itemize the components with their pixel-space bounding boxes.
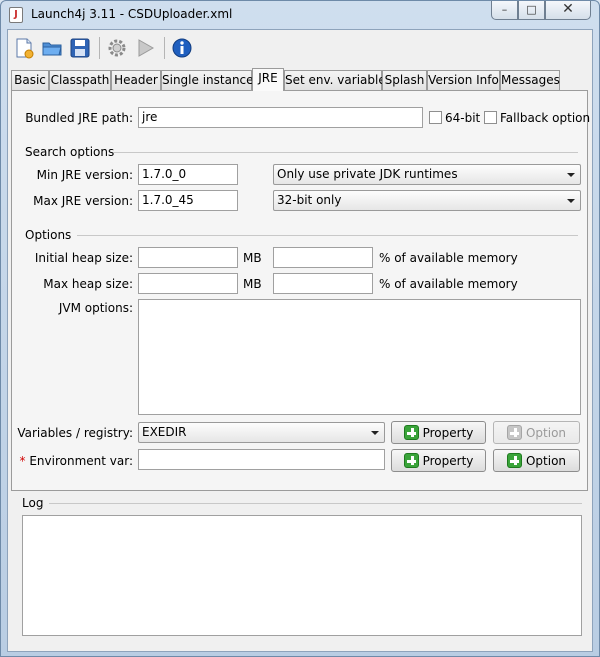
- tab-splash[interactable]: Splash: [382, 70, 427, 90]
- log-textarea[interactable]: [22, 515, 582, 636]
- fallback-option-label: Fallback option: [500, 111, 591, 125]
- initial-heap-input[interactable]: [138, 247, 238, 268]
- plus-icon: [403, 453, 419, 468]
- options-heading: Options: [25, 228, 72, 242]
- env-add-option-button[interactable]: Option: [493, 449, 580, 472]
- max-heap-percent-input[interactable]: [273, 273, 373, 294]
- chevron-down-icon: [371, 431, 379, 435]
- variables-registry-label: Variables / registry:: [17, 426, 133, 440]
- jre-tab-panel: Bundled JRE path: jre 64-bit Fallback op…: [11, 90, 591, 491]
- options-divider: [77, 235, 578, 236]
- client-area: Basic Classpath Header Single instance J…: [7, 29, 593, 652]
- tab-messages[interactable]: Messages: [500, 70, 560, 90]
- max-jre-label: Max JRE version:: [33, 194, 133, 208]
- runtime-bits-select[interactable]: 32-bit only: [273, 190, 581, 211]
- tab-single-instance[interactable]: Single instance: [161, 70, 254, 90]
- variables-registry-value: EXEDIR: [142, 425, 187, 439]
- tab-set-env-variables[interactable]: Set env. variables: [284, 70, 392, 90]
- jvm-options-label: JVM options:: [58, 301, 133, 315]
- minimize-button[interactable]: –: [491, 1, 518, 20]
- open-folder-icon[interactable]: [40, 36, 64, 60]
- initial-heap-percent-label: % of available memory: [379, 251, 518, 265]
- tab-jre[interactable]: JRE: [252, 68, 284, 91]
- tab-header[interactable]: Header: [111, 70, 161, 90]
- log-panel: Log: [16, 494, 586, 646]
- tab-classpath[interactable]: Classpath: [49, 70, 111, 90]
- jdk-preference-value: Only use private JDK runtimes: [277, 167, 458, 181]
- java-app-icon: J: [9, 7, 23, 23]
- initial-heap-percent-input[interactable]: [273, 247, 373, 268]
- jdk-preference-select[interactable]: Only use private JDK runtimes: [273, 164, 581, 185]
- 64-bit-checkbox[interactable]: [429, 111, 442, 124]
- 64-bit-label: 64-bit: [445, 111, 481, 125]
- plus-icon: [506, 425, 522, 440]
- tab-version-info[interactable]: Version Info: [427, 70, 500, 90]
- maximize-button[interactable]: □: [518, 1, 545, 20]
- max-heap-percent-label: % of available memory: [379, 277, 518, 291]
- environment-var-input[interactable]: [138, 449, 385, 470]
- min-jre-input[interactable]: 1.7.0_0: [138, 164, 238, 185]
- max-heap-label: Max heap size:: [43, 277, 133, 291]
- new-document-icon[interactable]: [12, 36, 36, 60]
- environment-var-label: * Environment var:: [19, 454, 134, 468]
- search-options-divider: [113, 152, 578, 153]
- info-icon[interactable]: [170, 36, 194, 60]
- plus-icon: [403, 425, 419, 440]
- add-option-button-disabled[interactable]: Option: [493, 421, 580, 444]
- max-jre-input[interactable]: 1.7.0_45: [138, 190, 238, 211]
- settings-gear-icon[interactable]: [105, 36, 129, 60]
- min-jre-label: Min JRE version:: [36, 168, 133, 182]
- chevron-down-icon: [567, 173, 575, 177]
- runtime-bits-value: 32-bit only: [277, 193, 342, 207]
- chevron-down-icon: [567, 199, 575, 203]
- window-title: Launch4j 3.11 - CSDUploader.xml: [31, 7, 233, 21]
- initial-heap-unit: MB: [243, 251, 262, 265]
- max-heap-unit: MB: [243, 277, 262, 291]
- log-divider: [49, 503, 582, 504]
- search-options-heading: Search options: [25, 145, 115, 159]
- fallback-option-checkbox[interactable]: [484, 111, 497, 124]
- jvm-options-textarea[interactable]: [138, 299, 581, 415]
- bundled-jre-label: Bundled JRE path:: [25, 111, 133, 125]
- initial-heap-label: Initial heap size:: [34, 251, 133, 265]
- run-play-icon[interactable]: [133, 36, 157, 60]
- save-icon[interactable]: [68, 36, 92, 60]
- env-add-property-button[interactable]: Property: [391, 449, 486, 472]
- tab-basic[interactable]: Basic: [11, 70, 49, 90]
- max-heap-input[interactable]: [138, 273, 238, 294]
- required-asterisk: *: [19, 454, 26, 468]
- add-property-button[interactable]: Property: [391, 421, 486, 444]
- log-heading: Log: [22, 496, 44, 510]
- title-bar[interactable]: J Launch4j 3.11 - CSDUploader.xml – □ ✕: [1, 1, 599, 29]
- bundled-jre-input[interactable]: jre: [138, 107, 423, 128]
- variables-registry-select[interactable]: EXEDIR: [138, 422, 385, 443]
- application-window: J Launch4j 3.11 - CSDUploader.xml – □ ✕: [0, 0, 600, 657]
- toolbar: [8, 30, 592, 66]
- close-button[interactable]: ✕: [545, 1, 591, 20]
- plus-icon: [506, 453, 522, 468]
